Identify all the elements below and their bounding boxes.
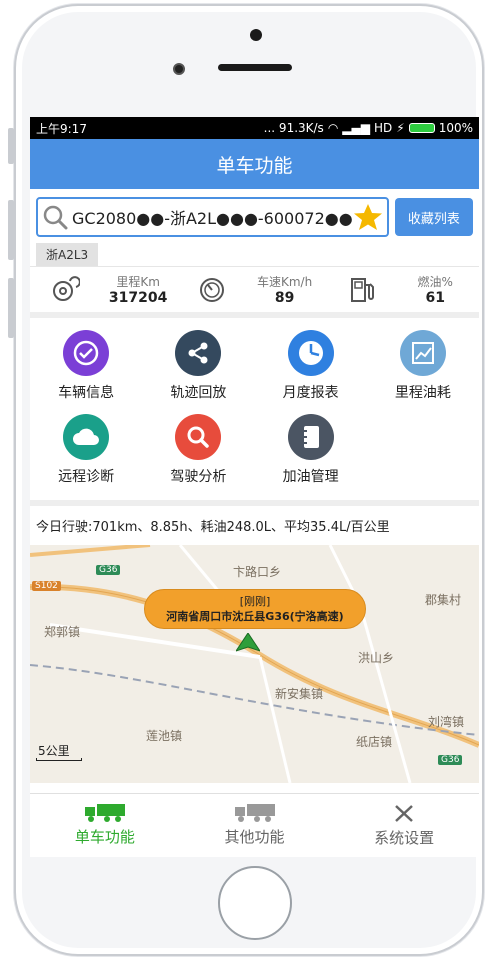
stat-label: 车速Km/h [257, 275, 313, 289]
map-scale-bar [36, 758, 82, 761]
vehicle-marker-icon[interactable] [236, 633, 260, 653]
page-title: 单车功能 [30, 139, 479, 189]
earpiece-speaker [218, 64, 292, 71]
network-type: HD [373, 121, 393, 135]
speedometer-icon [199, 277, 224, 302]
function-grid: 车辆信息 轨迹回放 月度报表 里程油耗 远程诊断 驾驶分析 加油管理 [30, 318, 479, 506]
notebook-icon [287, 414, 334, 460]
map-place: 莲池镇 [146, 729, 183, 743]
mute-switch [8, 128, 14, 164]
vehicle-search-box[interactable]: GC2080●●-浙A2L●●●-600072●● [36, 197, 389, 237]
search-icon [43, 205, 68, 230]
network-speed: ... 91.3K/s [263, 121, 324, 135]
trucks-icon [234, 804, 275, 822]
tab-label: 系统设置 [374, 829, 435, 847]
function-label: 里程油耗 [394, 385, 451, 401]
stat-mileage: 里程Km 317204 [36, 273, 182, 306]
star-icon[interactable] [353, 202, 383, 232]
tab-other-functions[interactable]: 其他功能 [180, 794, 330, 857]
function-label: 轨迹回放 [170, 385, 227, 401]
location-time: [刚刚] [239, 595, 271, 608]
function-label: 加油管理 [282, 469, 339, 485]
front-camera [173, 63, 185, 75]
charging-icon: ⚡ [396, 121, 405, 135]
cloud-icon [63, 414, 110, 460]
map-place: 纸店镇 [356, 735, 393, 749]
magnifier-icon [175, 414, 222, 460]
stat-value: 317204 [108, 290, 168, 306]
map-place: 刘湾镇 [428, 715, 465, 729]
stat-label: 里程Km [116, 275, 160, 289]
map-place: 卞路口乡 [233, 565, 282, 579]
function-label: 月度报表 [282, 385, 339, 401]
vehicle-plate-tag[interactable]: 浙A2L3 [36, 243, 99, 266]
function-label: 远程诊断 [58, 469, 115, 485]
line-chart-icon [399, 330, 446, 376]
search-row: GC2080●●-浙A2L●●●-600072●● 收藏列表 [30, 189, 479, 241]
status-time: 上午9:17 [36, 121, 87, 136]
tab-single-vehicle[interactable]: 单车功能 [30, 794, 180, 857]
function-label: 车辆信息 [58, 385, 115, 401]
battery-icon [408, 123, 435, 133]
function-remote-diagnosis[interactable]: 远程诊断 [30, 408, 142, 492]
vehicle-map[interactable]: G36 S102 G36 卞路口乡 郡集村 郑郭镇 洪山乡 新安集镇 刘湾镇 莲… [30, 545, 479, 783]
function-monthly-report[interactable]: 月度报表 [255, 324, 367, 408]
volume-down-button [8, 278, 14, 338]
map-place: 郡集村 [425, 593, 462, 607]
road-badge-s102: S102 [32, 581, 61, 591]
proximity-sensor [250, 29, 262, 41]
truck-icon [84, 804, 125, 822]
stat-label: 燃油% [417, 275, 453, 289]
map-roads [30, 545, 479, 783]
search-input[interactable]: GC2080●●-浙A2L●●●-600072●● [72, 205, 353, 229]
share-icon [175, 330, 222, 376]
battery-percent: 100% [438, 121, 473, 135]
function-label: 驾驶分析 [170, 469, 227, 485]
today-summary: 今日行驶:701km、8.85h、耗油248.0L、平均35.4L/百公里 [36, 520, 390, 535]
function-track-playback[interactable]: 轨迹回放 [142, 324, 254, 408]
fuel-pump-icon [351, 277, 375, 302]
vehicle-stats: 里程Km 317204 车速Km/h 89 燃油% 61 [30, 266, 479, 318]
odometer-icon [53, 275, 81, 301]
tab-label: 单车功能 [74, 828, 135, 846]
stat-value: 89 [274, 290, 295, 306]
tab-label: 其他功能 [224, 828, 285, 846]
stat-value: 61 [425, 290, 445, 306]
status-bar: 上午9:17 ... 91.3K/s ◠ ▂▄▆ HD ⚡ 100% [30, 117, 479, 139]
home-button[interactable] [218, 866, 292, 940]
function-fuel-management[interactable]: 加油管理 [255, 408, 367, 492]
stat-fuel: 燃油% 61 [327, 273, 473, 306]
wifi-icon: ◠ [327, 121, 339, 135]
signal-icon: ▂▄▆ [342, 121, 370, 135]
map-place: 郑郭镇 [44, 625, 81, 639]
function-vehicle-info[interactable]: 车辆信息 [30, 324, 142, 408]
volume-up-button [8, 200, 14, 260]
function-driving-analysis[interactable]: 驾驶分析 [142, 408, 254, 492]
function-mileage-fuel[interactable]: 里程油耗 [367, 324, 479, 408]
location-address: 河南省周口市沈丘县G36(宁洛高速) [166, 610, 344, 623]
map-place: 洪山乡 [358, 651, 395, 665]
check-circle-icon [63, 330, 110, 376]
tab-system-settings[interactable]: 系统设置 [329, 794, 479, 857]
vehicle-location-bubble[interactable]: [刚刚] 河南省周口市沈丘县G36(宁洛高速) [144, 589, 366, 629]
map-place: 新安集镇 [275, 687, 324, 701]
stat-speed: 车速Km/h 89 [182, 273, 328, 306]
road-badge-g36: G36 [438, 755, 463, 765]
bottom-tab-bar: 单车功能 其他功能 系统设置 [30, 793, 479, 857]
road-badge-g36: G36 [96, 565, 121, 575]
clock-icon [287, 330, 334, 376]
app-screen: 上午9:17 ... 91.3K/s ◠ ▂▄▆ HD ⚡ 100% 单车功能 … [30, 117, 479, 857]
favorites-list-button[interactable]: 收藏列表 [394, 198, 473, 236]
tools-icon [395, 805, 414, 822]
map-scale-label: 5公里 [38, 744, 70, 758]
